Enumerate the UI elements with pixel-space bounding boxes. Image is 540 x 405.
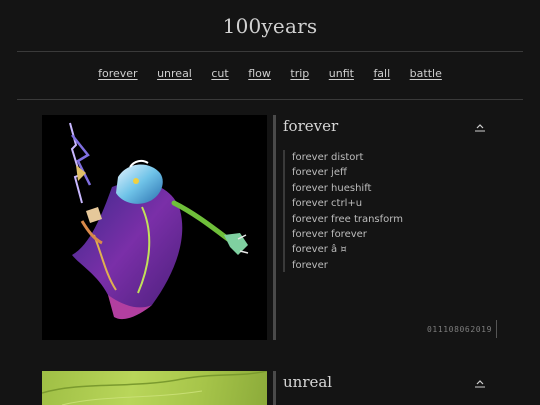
nav-link-unreal[interactable]: unreal — [157, 67, 192, 80]
post-title[interactable]: forever — [283, 117, 338, 135]
tag-link[interactable]: forever distort — [292, 150, 403, 165]
tag-link[interactable]: forever — [292, 258, 403, 273]
collapse-up-icon[interactable] — [474, 120, 486, 132]
tag-link[interactable]: forever â ¤ — [292, 242, 403, 257]
nav-link-fall[interactable]: fall — [373, 67, 390, 80]
post-image[interactable] — [42, 371, 267, 405]
post-title[interactable]: unreal — [283, 373, 332, 391]
nav-link-trip[interactable]: trip — [290, 67, 309, 80]
tag-list: forever distort forever jeff forever hue… — [292, 150, 403, 273]
site-title[interactable]: 100years — [0, 14, 540, 38]
collapse-up-icon[interactable] — [474, 376, 486, 388]
nav-divider — [17, 99, 523, 100]
tag-link[interactable]: forever hueshift — [292, 181, 403, 196]
tag-link[interactable]: forever free transform — [292, 212, 403, 227]
abstract-figure-artwork — [42, 115, 267, 340]
post-id-bar — [496, 320, 497, 338]
tag-navigation: forever unreal cut flow trip unfit fall … — [0, 67, 540, 80]
nav-link-forever[interactable]: forever — [98, 67, 137, 80]
post-image[interactable] — [42, 115, 267, 340]
nav-link-flow[interactable]: flow — [248, 67, 271, 80]
green-leaf-artwork — [42, 371, 267, 405]
header-divider — [17, 51, 523, 52]
tag-list-bar — [283, 150, 285, 272]
nav-link-battle[interactable]: battle — [410, 67, 442, 80]
nav-link-unfit[interactable]: unfit — [329, 67, 354, 80]
tag-link[interactable]: forever ctrl+u — [292, 196, 403, 211]
page: 100years forever unreal cut flow trip un… — [0, 0, 540, 405]
post-divider-bar — [273, 115, 276, 340]
nav-link-cut[interactable]: cut — [211, 67, 228, 80]
post-id[interactable]: 011108062019 — [410, 325, 492, 334]
tag-link[interactable]: forever jeff — [292, 165, 403, 180]
post-divider-bar — [273, 371, 276, 405]
tag-link[interactable]: forever forever — [292, 227, 403, 242]
